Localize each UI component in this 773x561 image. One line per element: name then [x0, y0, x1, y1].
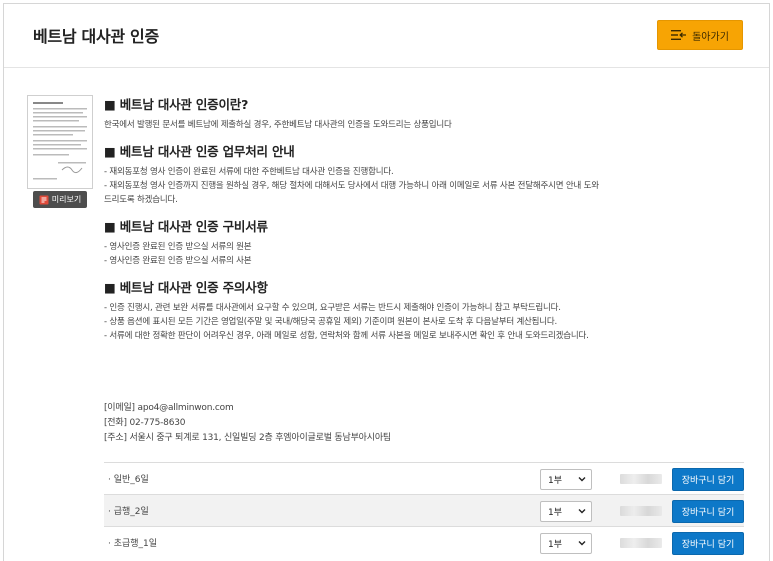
contact-email: [이메일] apo4@allminwon.com: [104, 403, 234, 413]
add-to-cart-button[interactable]: 장바구니 담기: [672, 468, 744, 491]
contact-info: [이메일] apo4@allminwon.com [전화] 02-775-863…: [104, 401, 391, 446]
section-process: ■ 베트남 대사관 인증 업무처리 안내 - 재외동포청 영사 인증이 완료된 …: [104, 143, 744, 207]
section-line: - 영사인증 완료된 인증 받으실 서류의 사본: [104, 256, 252, 266]
preview-button[interactable]: 미리보기: [33, 191, 87, 208]
contact-phone: [전화] 02-775-8630: [104, 418, 186, 428]
quantity-select[interactable]: 1부: [540, 469, 592, 490]
section-line: - 인증 진행시, 관련 보완 서류를 대사관에서 요구할 수 있으며, 요구받…: [104, 303, 561, 313]
section-line: - 서류에 대한 정확한 판단이 어려우신 경우, 아래 메일로 성함, 연락처…: [104, 331, 589, 341]
list-back-icon: [671, 30, 687, 40]
product-row: · 초급행_1일 1부 장바구니 담기: [104, 526, 744, 558]
section-title: ■ 베트남 대사관 인증 구비서류: [104, 219, 268, 234]
section-documents: ■ 베트남 대사관 인증 구비서류 - 영사인증 완료된 인증 받으실 서류의 …: [104, 218, 744, 268]
description-content: ■ 베트남 대사관 인증이란? 한국에서 발행된 문서를 베트남에 제출하실 경…: [104, 96, 744, 354]
chevron-down-icon: [578, 541, 586, 546]
section-notes: ■ 베트남 대사관 인증 주의사항 - 인증 진행시, 관련 보완 서류를 대사…: [104, 279, 744, 343]
page-title: 베트남 대사관 인증: [33, 27, 159, 46]
product-row: · 일반_6일 1부 장바구니 담기: [104, 462, 744, 494]
pdf-icon: [39, 195, 49, 204]
product-detail-panel: 베트남 대사관 인증 돌아가기 미리보기 ■ 베트남 대사관 인증이란? 한국에…: [3, 3, 770, 561]
quantity-value: 1부: [548, 476, 563, 486]
quantity-value: 1부: [548, 508, 563, 518]
chevron-down-icon: [578, 509, 586, 514]
quantity-select[interactable]: 1부: [540, 501, 592, 522]
section-line: 드리도록 하겠습니다.: [104, 195, 178, 205]
product-name: · 급행_2일: [108, 507, 149, 517]
product-name: · 일반_6일: [108, 475, 149, 485]
section-title: ■ 베트남 대사관 인증이란?: [104, 97, 249, 112]
section-intro: ■ 베트남 대사관 인증이란? 한국에서 발행된 문서를 베트남에 제출하실 경…: [104, 96, 744, 132]
section-line: - 영사인증 완료된 인증 받으실 서류의 원본: [104, 242, 252, 252]
back-button[interactable]: 돌아가기: [657, 20, 743, 50]
product-options: · 일반_6일 1부 장바구니 담기 · 급행_2일 1부 장바구니 담기 · …: [104, 462, 744, 558]
document-thumbnail[interactable]: [27, 95, 93, 189]
section-line: - 재외동포청 영사 인증이 완료된 서류에 대한 주한베트남 대사관 인증을 …: [104, 167, 394, 177]
product-row: · 급행_2일 1부 장바구니 담기: [104, 494, 744, 526]
header-bar: 베트남 대사관 인증 돌아가기: [4, 4, 769, 68]
section-title: ■ 베트남 대사관 인증 주의사항: [104, 280, 268, 295]
price-blurred: [620, 474, 662, 484]
document-preview-image: [33, 102, 87, 180]
back-button-label: 돌아가기: [692, 31, 729, 43]
quantity-select[interactable]: 1부: [540, 533, 592, 554]
price-blurred: [620, 506, 662, 516]
contact-address: [주소] 서울시 중구 퇴계로 131, 신일빌딩 2층 후엠아이글로벌 동남부…: [104, 433, 391, 443]
section-line: - 재외동포청 영사 인증까지 진행을 원하실 경우, 해당 절차에 대해서도 …: [104, 181, 599, 191]
price-blurred: [620, 538, 662, 548]
quantity-value: 1부: [548, 540, 563, 550]
add-to-cart-button[interactable]: 장바구니 담기: [672, 532, 744, 555]
chevron-down-icon: [578, 477, 586, 482]
section-line: 한국에서 발행된 문서를 베트남에 제출하실 경우, 주한베트남 대사관의 인증…: [104, 120, 452, 130]
product-name: · 초급행_1일: [108, 539, 158, 549]
add-to-cart-button[interactable]: 장바구니 담기: [672, 500, 744, 523]
section-line: - 상품 옵션에 표시된 모든 기간은 영업일(주말 및 국내/해당국 공휴일 …: [104, 317, 558, 327]
section-title: ■ 베트남 대사관 인증 업무처리 안내: [104, 144, 295, 159]
preview-button-label: 미리보기: [51, 195, 82, 204]
